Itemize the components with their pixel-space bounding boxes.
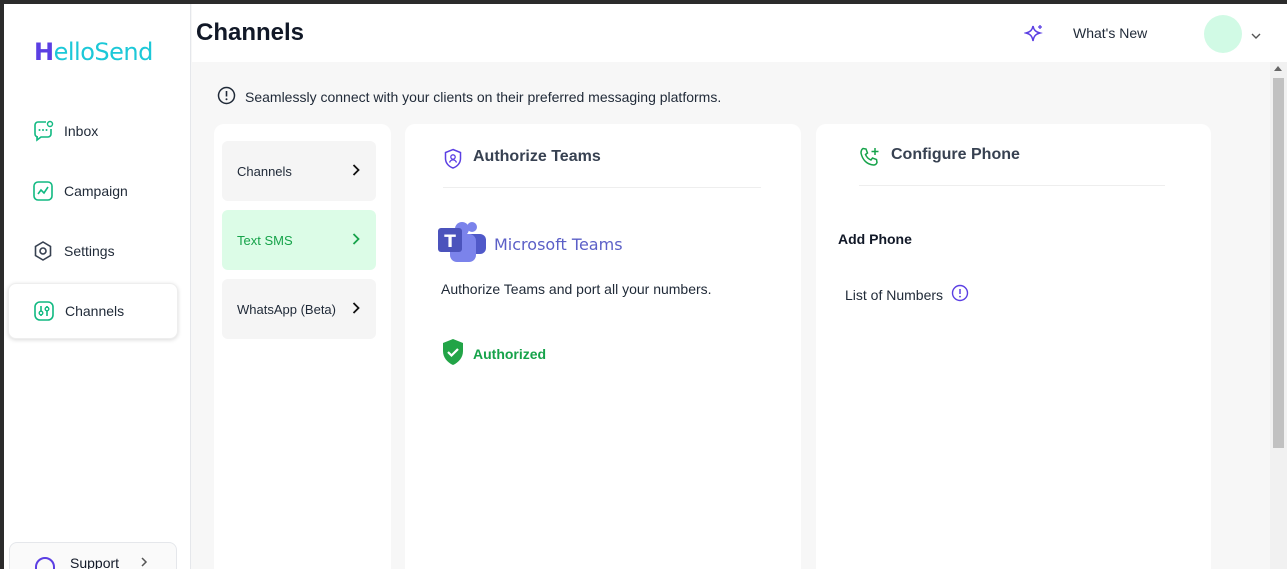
menu-item-text-sms[interactable]: Text SMS bbox=[222, 210, 376, 270]
configure-phone-panel: Configure Phone Add Phone List of Number… bbox=[816, 124, 1211, 569]
sidebar-item-channels[interactable]: Channels bbox=[8, 283, 178, 339]
menu-item-label: Text SMS bbox=[237, 232, 293, 248]
chevron-down-icon[interactable] bbox=[1250, 28, 1262, 46]
menu-item-whatsapp[interactable]: WhatsApp (Beta) bbox=[222, 279, 376, 339]
support-label: Support bbox=[70, 555, 120, 569]
sidebar-item-label: Campaign bbox=[64, 183, 128, 199]
info-icon bbox=[217, 86, 236, 108]
app-frame: HelloSend Inbox Campaign Settings Channe bbox=[4, 4, 1287, 569]
top-header: Channels What's New bbox=[192, 4, 1287, 62]
chart-line-icon bbox=[32, 180, 54, 202]
headset-icon bbox=[32, 555, 58, 569]
add-phone-heading: Add Phone bbox=[838, 231, 912, 247]
support-button[interactable]: Support bbox=[9, 542, 177, 569]
hellosend-logo[interactable]: HelloSend bbox=[34, 38, 153, 66]
menu-item-label: Channels bbox=[237, 163, 292, 179]
list-of-numbers-label: List of Numbers bbox=[845, 286, 944, 303]
shield-check-icon bbox=[441, 338, 465, 369]
scroll-thumb[interactable] bbox=[1273, 78, 1284, 448]
list-of-numbers: List of Numbers bbox=[845, 284, 969, 305]
menu-item-channels[interactable]: Channels bbox=[222, 141, 376, 201]
page-scrollbar[interactable] bbox=[1270, 62, 1287, 569]
whats-new-link[interactable]: What's New bbox=[1073, 25, 1147, 41]
authorized-status: Authorized bbox=[441, 338, 546, 369]
configure-phone-title: Configure Phone bbox=[891, 146, 1020, 163]
shield-user-icon bbox=[443, 148, 463, 175]
sidebar-item-label: Settings bbox=[64, 243, 115, 259]
gear-icon bbox=[32, 240, 54, 262]
logo-letter: H bbox=[34, 38, 54, 66]
chevron-right-icon bbox=[351, 301, 361, 318]
svg-text:T: T bbox=[444, 232, 456, 252]
authorize-teams-title: Authorize Teams bbox=[473, 148, 601, 165]
chevron-right-icon bbox=[139, 555, 149, 569]
logo-rest: elloSend bbox=[53, 38, 154, 66]
sidebar: HelloSend Inbox Campaign Settings Channe bbox=[4, 4, 191, 569]
chevron-right-icon bbox=[351, 163, 361, 180]
scroll-up-arrow-icon[interactable] bbox=[1274, 66, 1282, 71]
teams-icon: T bbox=[438, 220, 486, 269]
sliders-icon bbox=[33, 300, 55, 322]
authorize-teams-header: Authorize Teams bbox=[443, 148, 761, 188]
sidebar-item-label: Channels bbox=[65, 303, 125, 319]
info-banner: Seamlessly connect with your clients on … bbox=[217, 86, 721, 108]
microsoft-teams-text: Microsoft Teams bbox=[494, 235, 623, 254]
info-text: Seamlessly connect with your clients on … bbox=[245, 89, 722, 105]
sidebar-item-settings[interactable]: Settings bbox=[8, 223, 178, 279]
authorize-description: Authorize Teams and port all your number… bbox=[441, 281, 712, 297]
info-icon[interactable] bbox=[951, 284, 969, 305]
authorized-label: Authorized bbox=[473, 345, 547, 362]
sparkle-icon[interactable] bbox=[1023, 24, 1044, 49]
menu-item-label: WhatsApp (Beta) bbox=[237, 301, 336, 317]
chevron-right-icon bbox=[351, 232, 361, 249]
sidebar-item-campaign[interactable]: Campaign bbox=[8, 163, 178, 219]
channel-menu-panel: Channels Text SMS WhatsApp (Beta) bbox=[214, 124, 391, 569]
avatar[interactable] bbox=[1204, 15, 1242, 53]
sidebar-item-inbox[interactable]: Inbox bbox=[8, 103, 178, 159]
authorize-teams-panel: Authorize Teams T Microsoft Teams Author… bbox=[405, 124, 801, 569]
page-title: Channels bbox=[196, 19, 305, 46]
microsoft-teams-logo: T Microsoft Teams bbox=[438, 220, 623, 269]
phone-plus-icon bbox=[859, 146, 881, 173]
chat-icon bbox=[32, 120, 54, 142]
configure-phone-header: Configure Phone bbox=[859, 146, 1165, 186]
sidebar-item-label: Inbox bbox=[64, 123, 99, 139]
